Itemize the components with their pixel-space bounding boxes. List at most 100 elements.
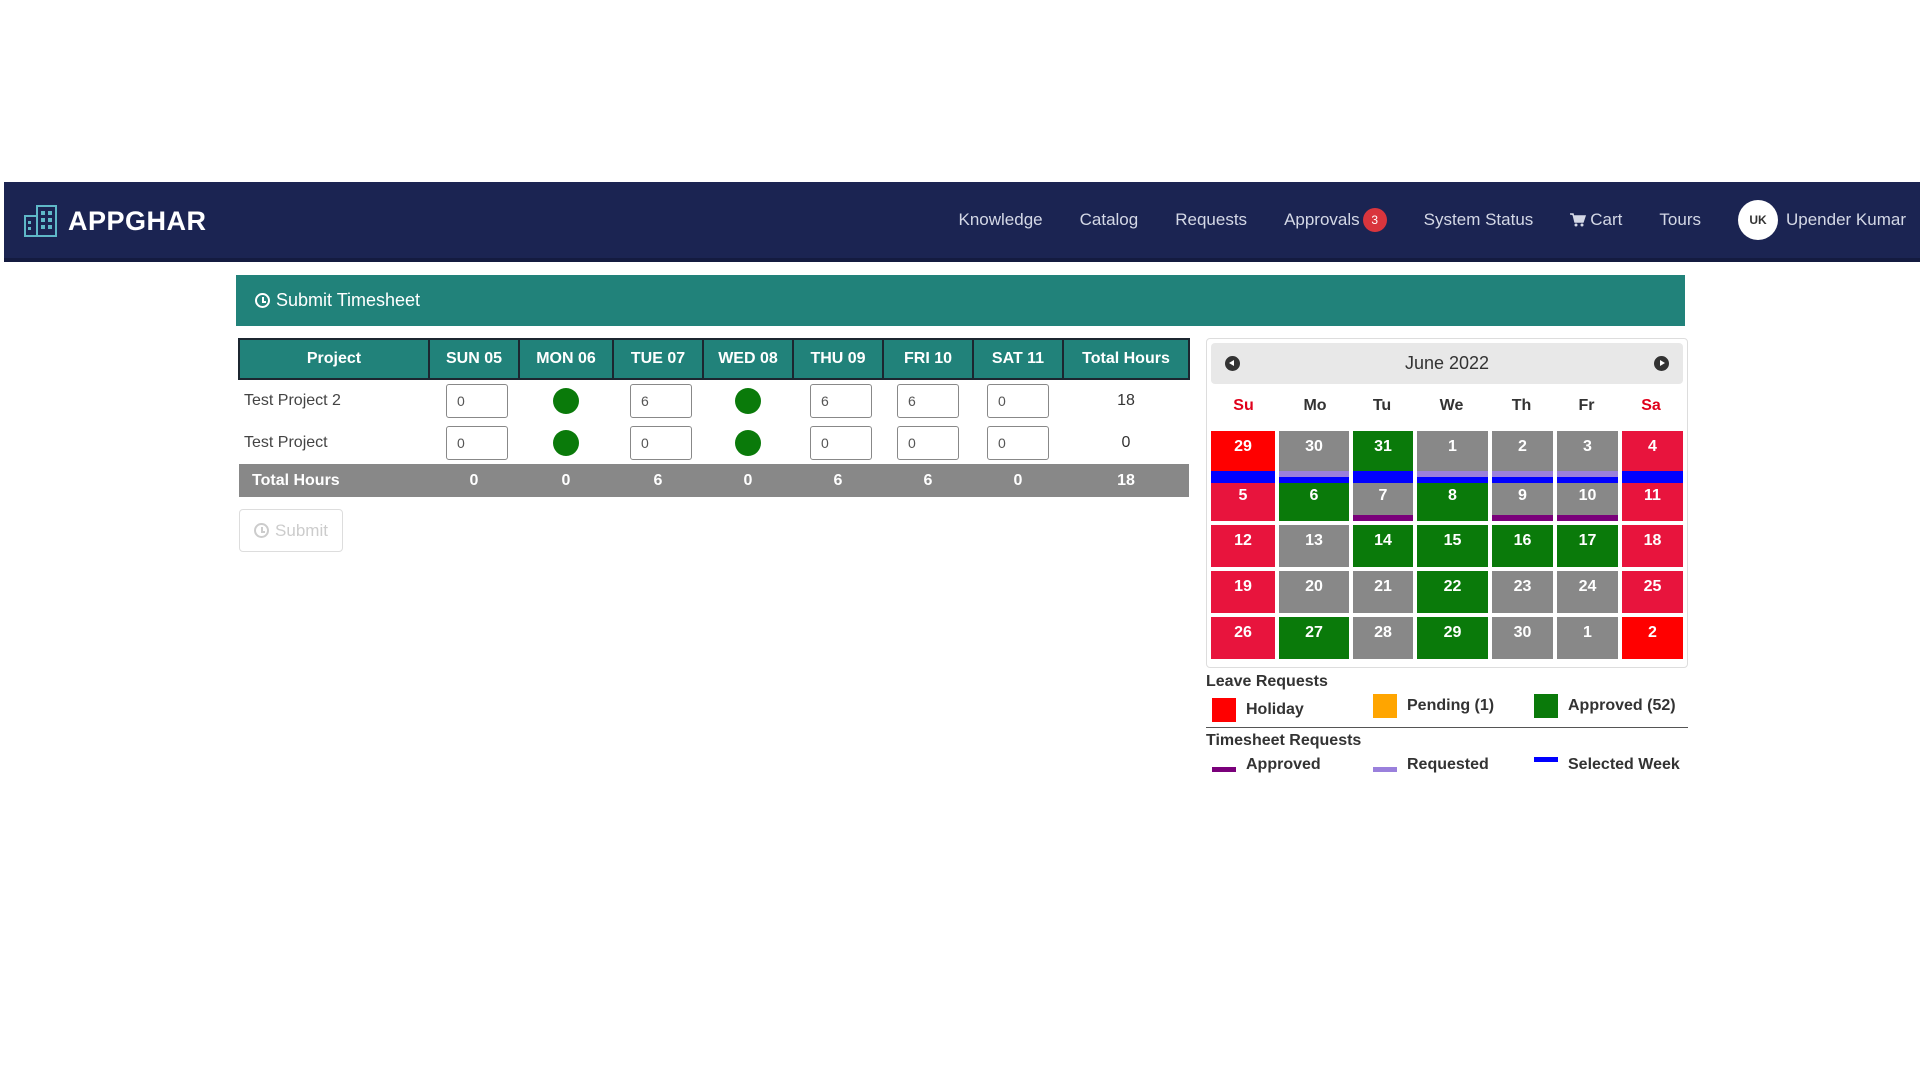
ts-approved-swatch bbox=[1212, 766, 1236, 772]
nav-approvals[interactable]: Approvals 3 bbox=[1284, 208, 1387, 232]
nav-requests-label: Requests bbox=[1175, 210, 1248, 229]
calendar-day[interactable]: 17 bbox=[1557, 525, 1618, 567]
holiday-swatch bbox=[1212, 698, 1236, 722]
calendar-day[interactable]: 9 bbox=[1492, 477, 1553, 521]
hours-input-sun[interactable] bbox=[446, 426, 508, 460]
calendar-day[interactable]: 18 bbox=[1622, 525, 1683, 567]
col-header[interactable]: MON 06 bbox=[518, 338, 614, 380]
calendar-day[interactable]: 1 bbox=[1557, 617, 1618, 659]
legend-pending-label: Pending (1) bbox=[1407, 697, 1495, 714]
calendar-day[interactable]: 13 bbox=[1279, 525, 1349, 567]
hours-input-thu[interactable] bbox=[810, 384, 872, 418]
calendar-day[interactable]: 6 bbox=[1279, 477, 1349, 521]
legend-holiday: Holiday bbox=[1212, 698, 1304, 722]
calendar-day[interactable]: 11 bbox=[1622, 477, 1683, 521]
col-header[interactable]: SUN 05 bbox=[428, 338, 520, 380]
holiday-dot bbox=[735, 430, 761, 456]
calendar-day[interactable]: 10 bbox=[1557, 477, 1618, 521]
legend-approved: Approved (52) bbox=[1534, 694, 1676, 718]
approved-swatch bbox=[1534, 694, 1558, 718]
legend-pending: Pending (1) bbox=[1373, 694, 1494, 718]
col-header[interactable]: WED 08 bbox=[702, 338, 794, 380]
calendar-day[interactable]: 28 bbox=[1353, 617, 1413, 659]
calendar-day[interactable]: 27 bbox=[1279, 617, 1349, 659]
nav-system-status[interactable]: System Status bbox=[1424, 210, 1534, 230]
table-header-row: Project SUN 05 MON 06 TUE 07 WED 08 THU … bbox=[238, 338, 1190, 380]
col-header[interactable]: Project bbox=[238, 338, 430, 380]
calendar-day[interactable]: 24 bbox=[1557, 571, 1618, 613]
legend-selected-week-label: Selected Week bbox=[1568, 756, 1680, 773]
table-row: Test Project 2 18 bbox=[239, 379, 1189, 422]
legend-divider bbox=[1206, 727, 1688, 728]
col-header[interactable]: SAT 11 bbox=[972, 338, 1064, 380]
calendar-day[interactable]: 22 bbox=[1417, 571, 1488, 613]
calendar-day[interactable]: 29 bbox=[1417, 617, 1488, 659]
calendar-day[interactable]: 25 bbox=[1622, 571, 1683, 613]
col-header[interactable]: TUE 07 bbox=[612, 338, 704, 380]
dow-label: Fr bbox=[1578, 397, 1595, 414]
hours-input-fri[interactable] bbox=[897, 384, 959, 418]
col-header[interactable]: Total Hours bbox=[1062, 338, 1190, 380]
building-logo-icon bbox=[24, 205, 57, 237]
holiday-dot bbox=[553, 430, 579, 456]
calendar-day[interactable]: 12 bbox=[1211, 525, 1275, 567]
nav-knowledge-label: Knowledge bbox=[958, 210, 1043, 229]
calendar-day[interactable]: 4 bbox=[1622, 431, 1683, 477]
hours-input-sun[interactable] bbox=[446, 384, 508, 418]
user-menu[interactable]: UK Upender Kumar bbox=[1737, 200, 1906, 240]
nav-knowledge[interactable]: Knowledge bbox=[959, 210, 1043, 230]
calendar-day[interactable]: 30 bbox=[1492, 617, 1553, 659]
brand-name: APPGHAR bbox=[68, 205, 207, 236]
timesheet-table: Project SUN 05 MON 06 TUE 07 WED 08 THU … bbox=[238, 338, 1190, 497]
timesheet-requests-title: Timesheet Requests bbox=[1206, 732, 1362, 749]
nav-tours[interactable]: Tours bbox=[1659, 210, 1701, 230]
calendar-day[interactable]: 5 bbox=[1211, 477, 1275, 521]
calendar-day[interactable]: 7 bbox=[1353, 477, 1413, 521]
calendar-day[interactable]: 2 bbox=[1622, 617, 1683, 659]
brand[interactable]: APPGHAR bbox=[24, 204, 207, 238]
calendar-day[interactable]: 30 bbox=[1279, 431, 1349, 477]
hours-input-sat[interactable] bbox=[987, 426, 1049, 460]
submit-button[interactable]: Submit bbox=[239, 509, 343, 552]
leave-requests-title: Leave Requests bbox=[1206, 673, 1328, 690]
col-header[interactable]: FRI 10 bbox=[882, 338, 974, 380]
next-month-icon[interactable] bbox=[1654, 356, 1669, 371]
legend-ts-requested-label: Requested bbox=[1407, 756, 1489, 773]
dow-label: Sa bbox=[1641, 397, 1661, 414]
hours-input-tue[interactable] bbox=[630, 426, 692, 460]
hours-input-thu[interactable] bbox=[810, 426, 872, 460]
dow-label: Su bbox=[1233, 397, 1254, 414]
col-header[interactable]: THU 09 bbox=[792, 338, 884, 380]
calendar-day[interactable]: 16 bbox=[1492, 525, 1553, 567]
legend-ts-approved: Approved bbox=[1212, 756, 1321, 774]
row-total: 18 bbox=[1117, 392, 1135, 409]
calendar-day[interactable]: 29 bbox=[1211, 431, 1275, 477]
hours-input-fri[interactable] bbox=[897, 426, 959, 460]
calendar-day[interactable]: 2 bbox=[1492, 431, 1553, 477]
calendar-day[interactable]: 19 bbox=[1211, 571, 1275, 613]
totals-label: Total Hours bbox=[239, 464, 429, 497]
calendar-day[interactable]: 21 bbox=[1353, 571, 1413, 613]
calendar-day[interactable]: 20 bbox=[1279, 571, 1349, 613]
hours-input-tue[interactable] bbox=[630, 384, 692, 418]
cart-icon bbox=[1570, 213, 1587, 227]
calendar-day[interactable]: 26 bbox=[1211, 617, 1275, 659]
nav-cart[interactable]: Cart bbox=[1570, 210, 1622, 230]
clock-icon bbox=[254, 523, 270, 538]
calendar-day[interactable]: 1 bbox=[1417, 431, 1488, 477]
calendar-day[interactable]: 23 bbox=[1492, 571, 1553, 613]
ts-requested-swatch bbox=[1373, 766, 1397, 772]
nav-tours-label: Tours bbox=[1659, 210, 1701, 229]
calendar-day[interactable]: 3 bbox=[1557, 431, 1618, 477]
calendar-day[interactable]: 8 bbox=[1417, 477, 1488, 521]
clock-icon bbox=[255, 293, 270, 308]
hours-input-sat[interactable] bbox=[987, 384, 1049, 418]
nav-requests[interactable]: Requests bbox=[1175, 210, 1247, 230]
nav-catalog[interactable]: Catalog bbox=[1080, 210, 1139, 230]
calendar-day[interactable]: 14 bbox=[1353, 525, 1413, 567]
total-cell: 0 bbox=[519, 464, 613, 497]
calendar-day[interactable]: 15 bbox=[1417, 525, 1488, 567]
nav-cart-label: Cart bbox=[1590, 210, 1623, 229]
top-navbar: APPGHAR Knowledge Catalog Requests Appro… bbox=[4, 182, 1920, 262]
calendar-day[interactable]: 31 bbox=[1353, 431, 1413, 477]
